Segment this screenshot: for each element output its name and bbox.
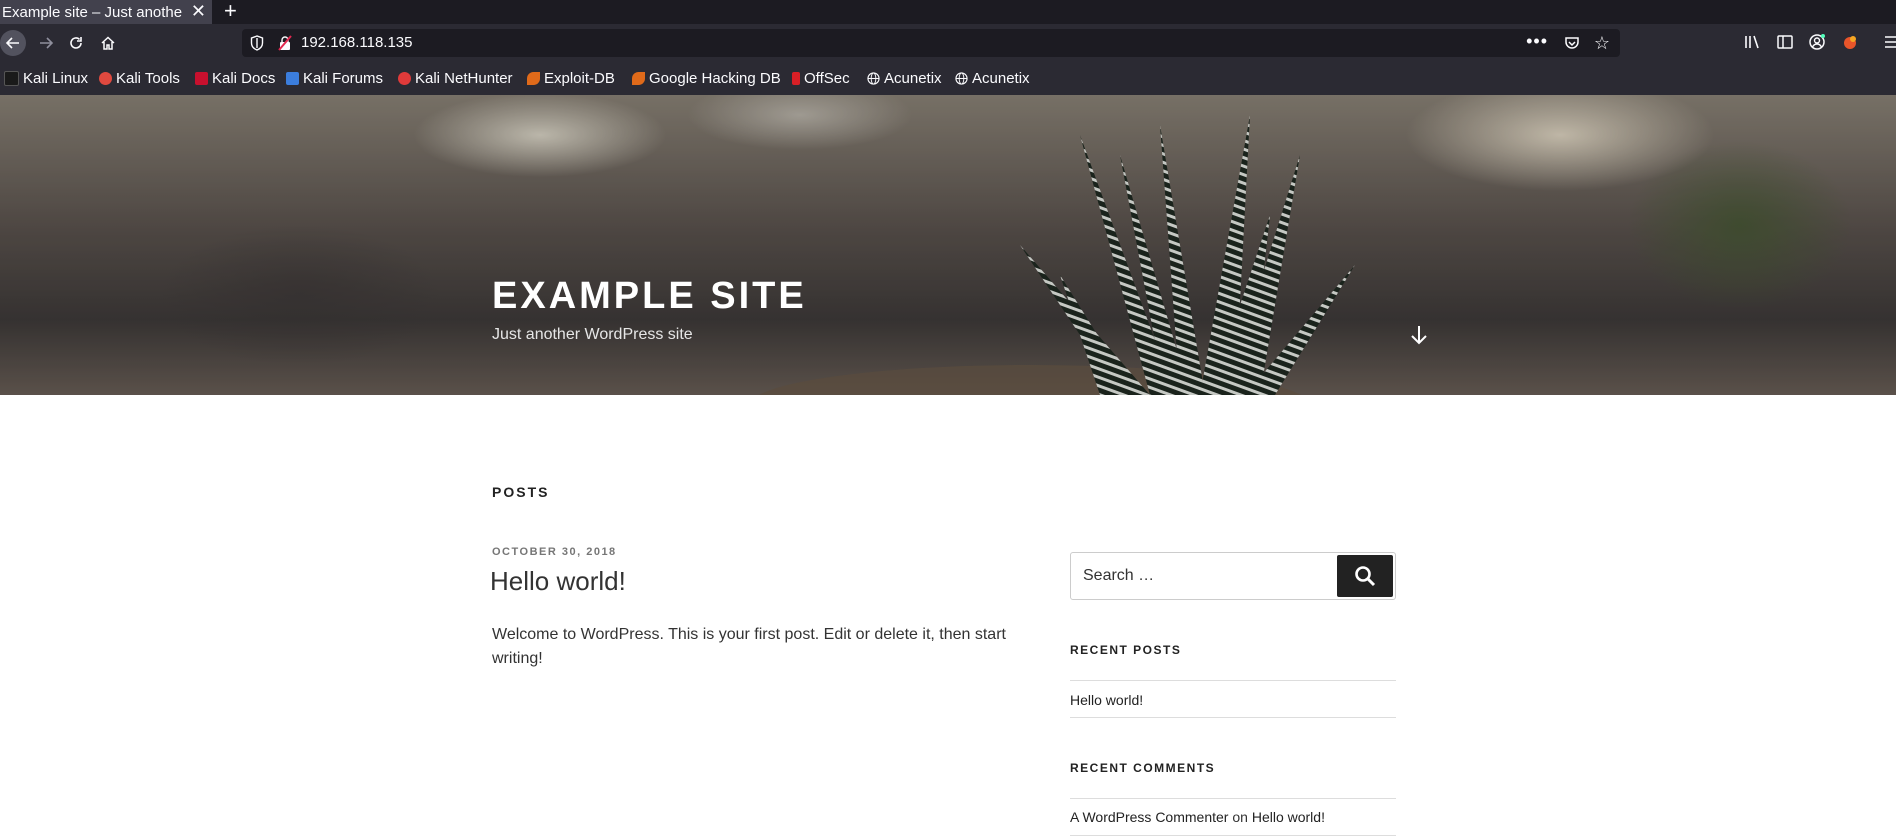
bookmark-star-icon[interactable]: ☆ bbox=[1594, 33, 1610, 54]
bookmark-label: OffSec bbox=[804, 69, 850, 87]
scroll-down-arrow-icon[interactable] bbox=[1408, 324, 1430, 346]
bookmark-acunetix-1[interactable]: Acunetix bbox=[867, 68, 942, 88]
comment-post-link[interactable]: Hello world! bbox=[1252, 809, 1325, 825]
tracking-shield-icon[interactable] bbox=[250, 35, 264, 51]
search-form bbox=[1070, 552, 1396, 600]
divider bbox=[1070, 717, 1396, 718]
bookmark-label: Kali Forums bbox=[303, 69, 384, 87]
recent-comments-title: RECENT COMMENTS bbox=[1070, 761, 1216, 775]
tab-title: Example site – Just another bbox=[2, 3, 182, 21]
bookmark-label: Kali Docs bbox=[212, 69, 276, 87]
back-button[interactable] bbox=[0, 24, 26, 62]
search-input[interactable] bbox=[1071, 553, 1335, 599]
kali-tools-icon bbox=[99, 71, 112, 85]
kali-docs-icon bbox=[195, 71, 208, 85]
reload-icon bbox=[70, 37, 82, 49]
bookmark-kali-nethunter[interactable]: Kali NetHunter bbox=[398, 68, 513, 88]
bookmarks-toolbar: Kali Linux Kali Tools Kali Docs Kali For… bbox=[0, 62, 1896, 96]
bookmark-label: Acunetix bbox=[972, 69, 1030, 87]
close-tab-icon[interactable]: ✕ bbox=[191, 1, 206, 22]
recent-comment-item: A WordPress Commenter on Hello world! bbox=[1070, 809, 1325, 825]
bookmark-label: Exploit-DB bbox=[544, 69, 615, 87]
exploit-db-icon bbox=[527, 71, 540, 85]
kali-dragon-icon bbox=[4, 70, 19, 86]
insecure-lock-icon[interactable] bbox=[278, 35, 292, 51]
divider bbox=[1070, 680, 1396, 681]
reload-button[interactable] bbox=[64, 24, 88, 62]
nethunter-icon bbox=[398, 71, 411, 85]
post-excerpt: Welcome to WordPress. This is your first… bbox=[492, 626, 1006, 667]
search-button[interactable] bbox=[1337, 555, 1393, 597]
page-actions-menu-icon[interactable]: ••• bbox=[1526, 31, 1548, 52]
extension-icon[interactable] bbox=[1841, 33, 1859, 51]
bookmark-label: Kali Linux bbox=[23, 69, 89, 87]
post-title[interactable]: Hello world! bbox=[490, 566, 626, 597]
navigation-toolbar: 192.168.118.135 ••• ☆ bbox=[0, 24, 1896, 62]
library-icon[interactable] bbox=[1743, 33, 1761, 51]
divider bbox=[1070, 798, 1396, 799]
site-tagline: Just another WordPress site bbox=[492, 326, 693, 343]
recent-post-link[interactable]: Hello world! bbox=[1070, 692, 1143, 708]
bookmark-label: Kali NetHunter bbox=[415, 69, 513, 87]
bookmark-kali-forums[interactable]: Kali Forums bbox=[286, 68, 383, 88]
site-title[interactable]: EXAMPLE SITE bbox=[492, 275, 807, 318]
new-tab-icon[interactable]: + bbox=[224, 0, 237, 24]
globe-icon bbox=[867, 71, 880, 85]
pocket-icon[interactable] bbox=[1564, 35, 1580, 51]
post-date[interactable]: OCTOBER 30, 2018 bbox=[492, 546, 617, 558]
site-header-image: EXAMPLE SITE Just another WordPress site bbox=[0, 95, 1896, 395]
bookmark-acunetix-2[interactable]: Acunetix bbox=[955, 68, 1030, 88]
bookmark-kali-docs[interactable]: Kali Docs bbox=[195, 68, 275, 88]
address-bar[interactable]: 192.168.118.135 ••• ☆ bbox=[242, 29, 1620, 57]
recent-posts-title: RECENT POSTS bbox=[1070, 643, 1182, 657]
bookmark-label: Kali Tools bbox=[116, 69, 180, 87]
bookmark-offsec[interactable]: OffSec bbox=[792, 68, 850, 88]
comment-author-link[interactable]: A WordPress Commenter bbox=[1070, 809, 1228, 825]
home-button[interactable] bbox=[96, 24, 120, 62]
home-icon bbox=[101, 36, 115, 50]
globe-icon bbox=[955, 71, 968, 85]
ghdb-icon bbox=[632, 71, 645, 85]
sidebar-icon[interactable] bbox=[1776, 33, 1794, 51]
bookmark-exploit-db[interactable]: Exploit-DB bbox=[527, 68, 615, 88]
forward-button[interactable] bbox=[34, 24, 58, 62]
hero-overlay bbox=[0, 95, 1896, 395]
tab-active[interactable]: Example site – Just another ✕ bbox=[0, 0, 212, 24]
forward-arrow-icon bbox=[40, 37, 54, 49]
account-icon[interactable] bbox=[1808, 33, 1826, 51]
back-arrow-icon bbox=[0, 30, 26, 56]
offsec-icon bbox=[792, 71, 800, 85]
menu-icon[interactable] bbox=[1884, 33, 1896, 51]
tab-strip: Example site – Just another ✕ + bbox=[0, 0, 1896, 24]
comment-connector: on bbox=[1232, 809, 1248, 825]
url-text[interactable]: 192.168.118.135 bbox=[301, 34, 413, 51]
bookmark-google-hacking-db[interactable]: Google Hacking DB bbox=[632, 68, 781, 88]
divider bbox=[1070, 835, 1396, 836]
bookmark-kali-tools[interactable]: Kali Tools bbox=[99, 68, 180, 88]
bookmark-label: Acunetix bbox=[884, 69, 942, 87]
search-icon bbox=[1355, 566, 1376, 587]
bookmark-kali-linux[interactable]: Kali Linux bbox=[4, 68, 88, 88]
kali-forums-icon bbox=[286, 71, 299, 85]
posts-section-heading: POSTS bbox=[492, 484, 550, 500]
bookmark-label: Google Hacking DB bbox=[649, 69, 781, 87]
